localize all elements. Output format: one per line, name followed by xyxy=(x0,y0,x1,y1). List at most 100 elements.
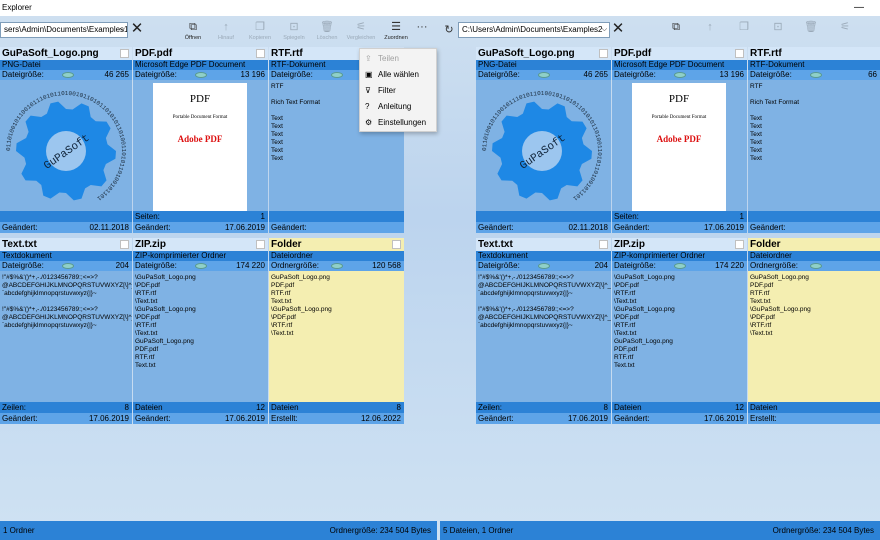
rtf-preview: RTF Rich Text Format Text Text Text Text Tex… xyxy=(748,80,880,211)
up-label: Hinauf xyxy=(218,35,234,41)
eye-icon[interactable] xyxy=(538,72,550,78)
preview-line: !"#$%&'()*+,-./0123456789:;<=>? xyxy=(478,274,574,281)
preview-line: \Text.txt xyxy=(135,330,158,337)
tile-pdf[interactable]: PDF.pdf Microsoft Edge PDF Document Date… xyxy=(133,47,268,233)
eye-icon[interactable] xyxy=(195,72,207,78)
preview-line: RTF.rtf xyxy=(750,290,770,297)
compare-button[interactable]: ⚟ xyxy=(829,20,861,46)
pdf-preview-subtitle: Portable Document Format xyxy=(172,115,228,120)
copy-button[interactable]: ❐ xyxy=(728,20,760,46)
preview-line: \Text.txt xyxy=(271,330,294,337)
compare-label: Vergleichen xyxy=(346,35,376,41)
tile-type: Dateiordner xyxy=(269,251,404,261)
size-label: Dateigröße: xyxy=(478,261,520,270)
path-dropdown[interactable]: sers\Admin\Documents\Examples1 ⌵ xyxy=(0,22,128,38)
select-checkbox[interactable] xyxy=(735,240,744,249)
tile-foot1: Seiten: 1 xyxy=(612,211,747,222)
tile-png[interactable]: GuPaSoft_Logo.png PNG-Datei Dateigröße: … xyxy=(0,47,132,233)
tile-pdf[interactable]: PDF.pdf Microsoft Edge PDF Document Date… xyxy=(612,47,747,233)
select-checkbox[interactable] xyxy=(392,240,401,249)
preview-line: \RTF.rtf xyxy=(614,290,636,297)
tile-name: Text.txt xyxy=(476,238,611,251)
tile-foot2: Geändert: 17.06.2019 xyxy=(133,413,268,424)
eye-icon[interactable] xyxy=(62,72,74,78)
tile-foot1 xyxy=(748,211,880,222)
lines-icon: ☰ xyxy=(391,21,401,33)
menu-item-filter[interactable]: ⊽ Filter xyxy=(360,83,438,99)
menu-item-select-all[interactable]: ▣ Alle wählen xyxy=(360,67,438,83)
eye-icon[interactable] xyxy=(674,263,686,269)
preview-line: \RTF.rtf xyxy=(135,322,157,329)
preview-line: @ABCDEFGHIJKLMNOPQRSTUVWXYZ[\]^_ xyxy=(478,282,611,289)
eye-icon[interactable] xyxy=(538,263,550,269)
select-checkbox[interactable] xyxy=(120,49,129,58)
tile-folder[interactable]: Folder Dateiordner Ordnergröße: GuPaSoft… xyxy=(748,238,880,424)
menu-item-settings[interactable]: ⚙ Einstellungen xyxy=(360,115,438,131)
eye-icon[interactable] xyxy=(331,263,343,269)
more-button[interactable]: ··· xyxy=(410,20,434,46)
eye-icon[interactable] xyxy=(331,72,343,78)
preview-line: GuPaSoft_Logo.png xyxy=(614,338,673,345)
folder-preview: GuPaSoft_Logo.png PDF.pdf RTF.rtf Text.txt \… xyxy=(748,271,880,402)
tile-size-row: Dateigröße: 13 196 xyxy=(133,70,268,80)
delete-button[interactable]: 🗑 Löschen xyxy=(311,20,343,46)
trash-icon: 🗑 xyxy=(320,21,334,33)
mirror-button[interactable]: ⊡ Spiegeln xyxy=(278,20,310,46)
arrange-button[interactable]: ☰ Zuordnen xyxy=(380,20,412,46)
path-dropdown[interactable]: C:\Users\Admin\Documents\Examples2 ⌵ xyxy=(458,22,610,38)
tile-name: RTF.rtf xyxy=(748,47,880,60)
eye-icon[interactable] xyxy=(195,263,207,269)
menu-item-help[interactable]: ? Anleitung xyxy=(360,99,438,115)
tile-foot2: Geändert: 17.06.2019 xyxy=(133,222,268,233)
eye-icon[interactable] xyxy=(674,72,686,78)
compare-button[interactable]: ⚟ Vergleichen xyxy=(345,20,377,46)
tile-txt[interactable]: Text.txt Textdokument Dateigröße: 204 !"… xyxy=(476,238,611,424)
tile-folder[interactable]: Folder Dateiordner Ordnergröße: 120 568 … xyxy=(269,238,404,424)
open-button[interactable]: ⧉ xyxy=(660,20,692,46)
select-checkbox[interactable] xyxy=(120,240,129,249)
close-icon[interactable]: ✕ xyxy=(611,20,625,38)
tile-txt[interactable]: Text.txt Textdokument Dateigröße: 204 !"… xyxy=(0,238,132,424)
size-label: Dateigröße: xyxy=(750,70,792,79)
preview-line: \PDF.pdf xyxy=(271,314,296,321)
up-button[interactable]: ↑ xyxy=(694,20,726,46)
size-label: Dateigröße: xyxy=(614,261,656,270)
up-button[interactable]: ↑ Hinauf xyxy=(210,20,242,46)
preview-line: \GuPaSoft_Logo.png xyxy=(271,306,332,313)
status-size: Ordnergröße: 234 504 Bytes xyxy=(772,526,874,535)
copy-button[interactable]: ❐ Kopieren xyxy=(244,20,276,46)
mirror-button[interactable]: ⊡ xyxy=(762,20,794,46)
select-checkbox[interactable] xyxy=(735,49,744,58)
eye-icon[interactable] xyxy=(62,263,74,269)
tile-rtf[interactable]: RTF.rtf RTF-Dokument Dateigröße: 66 RTF … xyxy=(748,47,880,233)
tile-type: Textdokument xyxy=(0,251,132,261)
select-checkbox[interactable] xyxy=(256,49,265,58)
help-icon: ? xyxy=(365,102,370,111)
open-button[interactable]: ⧉ Öffnen xyxy=(177,20,209,46)
delete-button[interactable]: 🗑 xyxy=(795,20,827,46)
select-checkbox[interactable] xyxy=(599,240,608,249)
tile-zip[interactable]: ZIP.zip ZIP-komprimierter Ordner Dateigr… xyxy=(133,238,268,424)
menu-item-share[interactable]: ⇪ Teilen xyxy=(360,51,438,67)
tile-foot2: Geändert: 17.06.2019 xyxy=(476,413,611,424)
tile-foot2: Geändert: 17.06.2019 xyxy=(612,413,747,424)
menu-item-label: Alle wählen xyxy=(378,70,419,79)
refresh-icon[interactable]: ↻ xyxy=(442,22,456,38)
preview-line: \GuPaSoft_Logo.png xyxy=(614,306,675,313)
preview-line: !"#$%&'()*+,-./0123456789:;<=>? xyxy=(2,274,98,281)
eye-icon[interactable] xyxy=(810,263,822,269)
arrow-up-icon: ↑ xyxy=(223,21,229,33)
select-checkbox[interactable] xyxy=(256,240,265,249)
copy-icon: ❐ xyxy=(739,21,749,33)
preview-line: Text xyxy=(750,131,762,138)
tile-zip[interactable]: ZIP.zip ZIP-komprimierter Ordner Dateigr… xyxy=(612,238,747,424)
select-checkbox[interactable] xyxy=(599,49,608,58)
tile-size-row: Dateigröße: 13 196 xyxy=(612,70,747,80)
tile-foot2: Erstellt: xyxy=(748,413,880,424)
tile-png[interactable]: GuPaSoft_Logo.png PNG-Datei Dateigröße: … xyxy=(476,47,611,233)
preview-line: `abcdefghijklmnopqrstuvwxyz{|}~ xyxy=(2,290,97,297)
tile-foot2: Geändert: xyxy=(748,222,880,233)
close-icon[interactable]: ✕ xyxy=(130,20,144,38)
eye-icon[interactable] xyxy=(810,72,822,78)
minimize-button[interactable]: — xyxy=(854,0,864,16)
